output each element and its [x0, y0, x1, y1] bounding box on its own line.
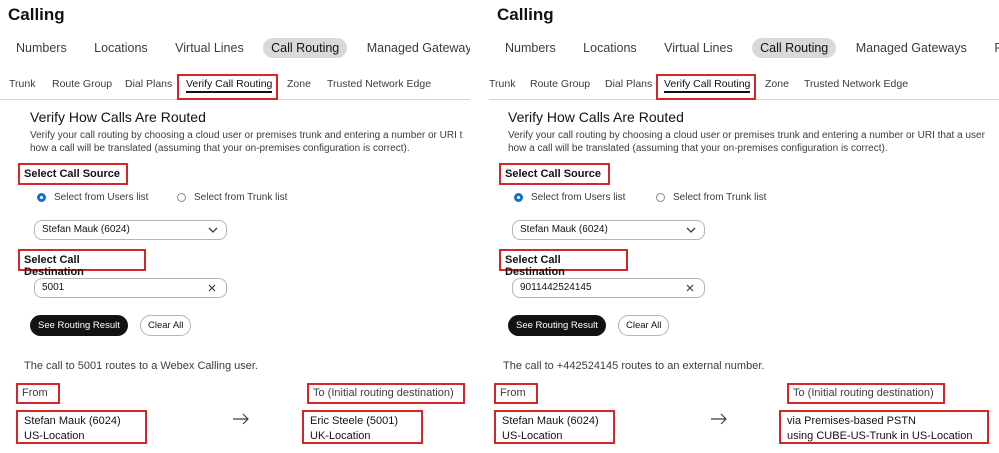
from-location: US-Location — [502, 430, 563, 442]
top-nav: Numbers Locations Virtual Lines Call Rou… — [497, 38, 999, 58]
calling-panel-right: Calling Numbers Locations Virtual Lines … — [489, 0, 999, 453]
destination-value: 9011442524145 — [520, 282, 592, 293]
panel-separator — [470, 0, 489, 453]
from-user: Stefan Mauk (6024) — [24, 415, 121, 427]
radio-users-label: Select from Users list — [531, 192, 626, 203]
radio-users-list[interactable]: Select from Users list — [37, 192, 148, 203]
radio-trunk-list[interactable]: Select from Trunk list — [656, 192, 766, 203]
tab-managed-gateways[interactable]: Managed Gateways — [359, 38, 470, 58]
destination-input[interactable]: 5001 — [34, 278, 227, 298]
to-user: Eric Steele (5001) — [310, 415, 399, 427]
to-cell: Eric Steele (5001) UK-Location — [302, 410, 423, 444]
tab-virtual-lines[interactable]: Virtual Lines — [656, 38, 741, 58]
subtab-route-group[interactable]: Route Group — [530, 78, 590, 90]
see-routing-result-button[interactable]: See Routing Result — [30, 315, 128, 336]
highlight-verify-tab — [656, 74, 756, 100]
user-select[interactable]: Stefan Mauk (6024) — [34, 220, 227, 240]
tab-locations[interactable]: Locations — [575, 38, 645, 58]
destination-label: Select Call Destination — [499, 249, 628, 278]
radio-selected-icon — [514, 193, 523, 202]
from-user: Stefan Mauk (6024) — [502, 415, 599, 427]
tab-locations[interactable]: Locations — [86, 38, 156, 58]
radio-selected-icon — [37, 193, 46, 202]
right-arrow-icon — [233, 413, 249, 425]
subtab-route-group[interactable]: Route Group — [52, 78, 112, 90]
tab-virtual-lines[interactable]: Virtual Lines — [167, 38, 252, 58]
description-line-2: how a call will be translated (assuming … — [30, 143, 410, 154]
user-select[interactable]: Stefan Mauk (6024) — [512, 220, 705, 240]
see-routing-result-button[interactable]: See Routing Result — [508, 315, 606, 336]
tab-numbers[interactable]: Numbers — [8, 38, 75, 58]
destination-value: 5001 — [42, 282, 65, 293]
tab-numbers[interactable]: Numbers — [497, 38, 564, 58]
chevron-down-icon — [686, 227, 696, 233]
tab-managed-gateways[interactable]: Managed Gateways — [848, 38, 975, 58]
to-cell: via Premises-based PSTN using CUBE-US-Tr… — [779, 410, 989, 444]
section-title: Verify How Calls Are Routed — [30, 109, 206, 125]
subtab-zone[interactable]: Zone — [287, 78, 311, 90]
highlight-verify-tab — [177, 74, 278, 100]
radio-users-list[interactable]: Select from Users list — [514, 192, 625, 203]
top-nav: Numbers Locations Virtual Lines Call Rou… — [8, 38, 470, 58]
source-label: Select Call Source — [18, 163, 128, 185]
subtab-trusted-network-edge[interactable]: Trusted Network Edge — [804, 78, 908, 90]
radio-trunk-label: Select from Trunk list — [673, 192, 767, 203]
routing-result-text: The call to 5001 routes to a Webex Calli… — [24, 360, 258, 372]
description-line-2: how a call will be translated (assuming … — [508, 143, 888, 154]
description-line-1: Verify your call routing by choosing a c… — [508, 130, 985, 141]
to-header: To (Initial routing destination) — [307, 383, 465, 404]
tab-features[interactable]: Features — [986, 38, 999, 58]
app-title: Calling — [8, 5, 65, 24]
subtab-trunk[interactable]: Trunk — [9, 78, 35, 90]
section-title: Verify How Calls Are Routed — [508, 109, 684, 125]
user-select-value: Stefan Mauk (6024) — [42, 224, 130, 235]
clear-x-icon[interactable] — [208, 284, 216, 292]
radio-trunk-label: Select from Trunk list — [194, 192, 288, 203]
from-location: US-Location — [24, 430, 85, 442]
clear-x-icon[interactable] — [686, 284, 694, 292]
clear-all-button[interactable]: Clear All — [618, 315, 670, 336]
app-title: Calling — [497, 5, 554, 24]
radio-unselected-icon — [177, 193, 186, 202]
source-label: Select Call Source — [499, 163, 610, 185]
subtab-dial-plans[interactable]: Dial Plans — [605, 78, 652, 90]
to-route: via Premises-based PSTN — [787, 415, 916, 427]
subtab-trunk[interactable]: Trunk — [489, 78, 515, 90]
tab-call-routing[interactable]: Call Routing — [752, 38, 837, 58]
clear-all-button[interactable]: Clear All — [140, 315, 192, 336]
to-location: UK-Location — [310, 430, 371, 442]
routing-result-text: The call to +442524145 routes to an exte… — [503, 360, 765, 372]
to-header: To (Initial routing destination) — [787, 383, 945, 404]
user-select-value: Stefan Mauk (6024) — [520, 224, 608, 235]
destination-label: Select Call Destination — [18, 249, 146, 278]
destination-input[interactable]: 9011442524145 — [512, 278, 705, 298]
calling-panel-left: Calling Numbers Locations Virtual Lines … — [0, 0, 470, 453]
from-cell: Stefan Mauk (6024) US-Location — [16, 410, 147, 444]
subtab-trusted-network-edge[interactable]: Trusted Network Edge — [327, 78, 431, 90]
description-line-1: Verify your call routing by choosing a c… — [30, 130, 463, 141]
chevron-down-icon — [208, 227, 218, 233]
tab-call-routing[interactable]: Call Routing — [263, 38, 348, 58]
from-cell: Stefan Mauk (6024) US-Location — [494, 410, 615, 444]
from-header: From — [16, 383, 60, 404]
radio-users-label: Select from Users list — [54, 192, 149, 203]
right-arrow-icon — [711, 413, 727, 425]
radio-unselected-icon — [656, 193, 665, 202]
subtab-dial-plans[interactable]: Dial Plans — [125, 78, 172, 90]
radio-trunk-list[interactable]: Select from Trunk list — [177, 192, 287, 203]
to-trunk: using CUBE-US-Trunk in US-Location — [787, 430, 973, 442]
from-header: From — [494, 383, 538, 404]
subtab-zone[interactable]: Zone — [765, 78, 789, 90]
